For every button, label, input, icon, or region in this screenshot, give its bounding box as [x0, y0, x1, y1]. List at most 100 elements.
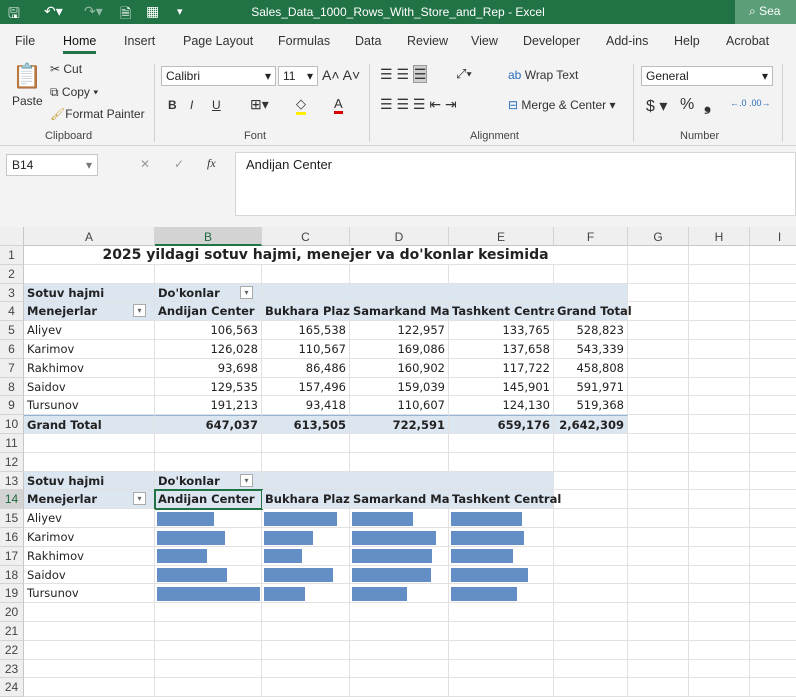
cell[interactable]	[350, 452, 449, 472]
pivot-value-cell[interactable]: 93,698	[155, 358, 262, 378]
formula-input[interactable]: Andijan Center	[235, 152, 796, 216]
select-all-corner[interactable]	[0, 227, 24, 246]
cell[interactable]	[24, 640, 155, 660]
cell[interactable]	[262, 678, 350, 698]
grand-total-value[interactable]: 659,176	[449, 415, 554, 434]
row-header[interactable]: 1	[0, 246, 24, 265]
cell[interactable]	[689, 528, 750, 547]
row-header[interactable]: 16	[0, 528, 24, 547]
percent-button[interactable]: %	[680, 96, 694, 114]
cell[interactable]	[554, 659, 628, 679]
cell[interactable]	[628, 546, 689, 566]
cell[interactable]	[554, 678, 628, 698]
wrap-text-button[interactable]: ab Wrap Text	[508, 68, 578, 82]
pivot-row-label[interactable]: Tursunov	[24, 396, 155, 416]
pivot2-column-header[interactable]: Andijan Center	[154, 489, 263, 511]
pivot-value-cell[interactable]: 591,971	[554, 377, 628, 397]
cell[interactable]	[628, 490, 689, 510]
cell[interactable]	[155, 659, 262, 679]
cell[interactable]	[554, 264, 628, 284]
cell[interactable]	[350, 678, 449, 698]
cell[interactable]	[24, 452, 155, 472]
cell[interactable]	[628, 640, 689, 660]
name-box[interactable]: B14 ▾	[6, 154, 98, 176]
pivot-value-cell[interactable]: 157,496	[262, 377, 350, 397]
cell[interactable]	[689, 302, 750, 322]
row-header[interactable]: 11	[0, 434, 24, 453]
cell[interactable]	[554, 546, 628, 566]
pivot2-column-header[interactable]: Tashkent Central	[449, 490, 561, 510]
sheet-title[interactable]: 2025 yildagi sotuv hajmi, menejer va do'…	[24, 246, 628, 265]
cell[interactable]	[750, 566, 796, 585]
column-filter-dropdown[interactable]: ▾	[240, 285, 253, 299]
font-color-icon[interactable]: A	[334, 96, 343, 114]
cell[interactable]	[554, 640, 628, 660]
borders-icon[interactable]: ⊞▾	[250, 96, 269, 113]
cell[interactable]	[262, 640, 350, 660]
cell[interactable]	[262, 603, 350, 622]
cell[interactable]	[750, 321, 796, 340]
cell[interactable]	[350, 659, 449, 679]
cell[interactable]	[449, 264, 554, 284]
fill-color-icon[interactable]: ◇	[296, 96, 306, 115]
pivot-value-cell[interactable]: 145,901	[449, 377, 554, 397]
cell[interactable]	[750, 547, 796, 566]
pivot-column-header[interactable]: Andijan Center	[155, 302, 262, 322]
italic-button[interactable]: I	[190, 98, 193, 112]
cell[interactable]	[750, 378, 796, 397]
pivot-row-label[interactable]: Rakhimov	[24, 358, 155, 378]
pivot-rows-label[interactable]: Menejerlar ▾	[24, 302, 155, 322]
cell[interactable]	[350, 603, 449, 622]
pivot-value-cell[interactable]: 165,538	[262, 321, 350, 340]
cell[interactable]	[628, 603, 689, 622]
column-header-c[interactable]: C	[262, 227, 350, 246]
cell[interactable]	[350, 264, 449, 284]
format-painter-button[interactable]: 🖌Format Painter	[50, 107, 145, 121]
row-header[interactable]: 21	[0, 622, 24, 641]
tab-formulas[interactable]: Formulas	[278, 34, 330, 48]
tab-insert[interactable]: Insert	[124, 34, 155, 48]
cell[interactable]	[262, 434, 350, 453]
cell[interactable]	[554, 622, 628, 641]
cell[interactable]	[554, 528, 628, 547]
cell[interactable]	[750, 359, 796, 378]
cell[interactable]	[750, 528, 796, 547]
tab-file[interactable]: File	[15, 34, 35, 48]
cell[interactable]	[689, 565, 750, 585]
tab-home[interactable]: Home	[63, 34, 97, 54]
cell[interactable]	[24, 678, 155, 698]
row-header[interactable]: 22	[0, 640, 24, 660]
pivot-column-header[interactable]: Tashkent Central	[449, 302, 561, 322]
cell[interactable]	[689, 340, 750, 359]
cell[interactable]	[155, 640, 262, 660]
insert-function-icon[interactable]: fx	[207, 156, 216, 171]
cell[interactable]	[628, 678, 689, 698]
cell[interactable]	[262, 622, 350, 641]
cell[interactable]	[750, 246, 796, 265]
cell[interactable]	[24, 603, 155, 622]
tab-view[interactable]: View	[471, 34, 498, 48]
cell[interactable]	[449, 452, 554, 472]
row-header[interactable]: 2	[0, 264, 24, 284]
underline-button[interactable]: U	[212, 98, 221, 112]
cell[interactable]	[449, 622, 554, 641]
cell[interactable]	[24, 264, 155, 284]
orientation-icon[interactable]: ⤢▾	[456, 66, 472, 82]
pivot-value-cell[interactable]: 191,213	[155, 396, 262, 416]
vertical-align-icons[interactable]: ☰ ☰ ☰	[380, 65, 428, 83]
paste-button[interactable]: Paste	[12, 94, 43, 108]
cell[interactable]	[628, 471, 689, 491]
pivot-value-cell[interactable]: 133,765	[449, 321, 554, 340]
cell[interactable]	[689, 283, 750, 303]
pivot-value-cell[interactable]: 137,658	[449, 340, 554, 359]
cell[interactable]	[449, 678, 554, 698]
row-header[interactable]: 19	[0, 584, 24, 604]
cell[interactable]	[628, 321, 689, 340]
pivot-value-cell[interactable]: 169,086	[350, 340, 449, 359]
cell[interactable]	[554, 471, 628, 491]
cell[interactable]	[554, 565, 628, 585]
grand-total-label[interactable]: Grand Total	[24, 415, 155, 434]
row-header[interactable]: 17	[0, 546, 24, 566]
cell[interactable]	[689, 509, 750, 528]
cell[interactable]	[689, 396, 750, 416]
